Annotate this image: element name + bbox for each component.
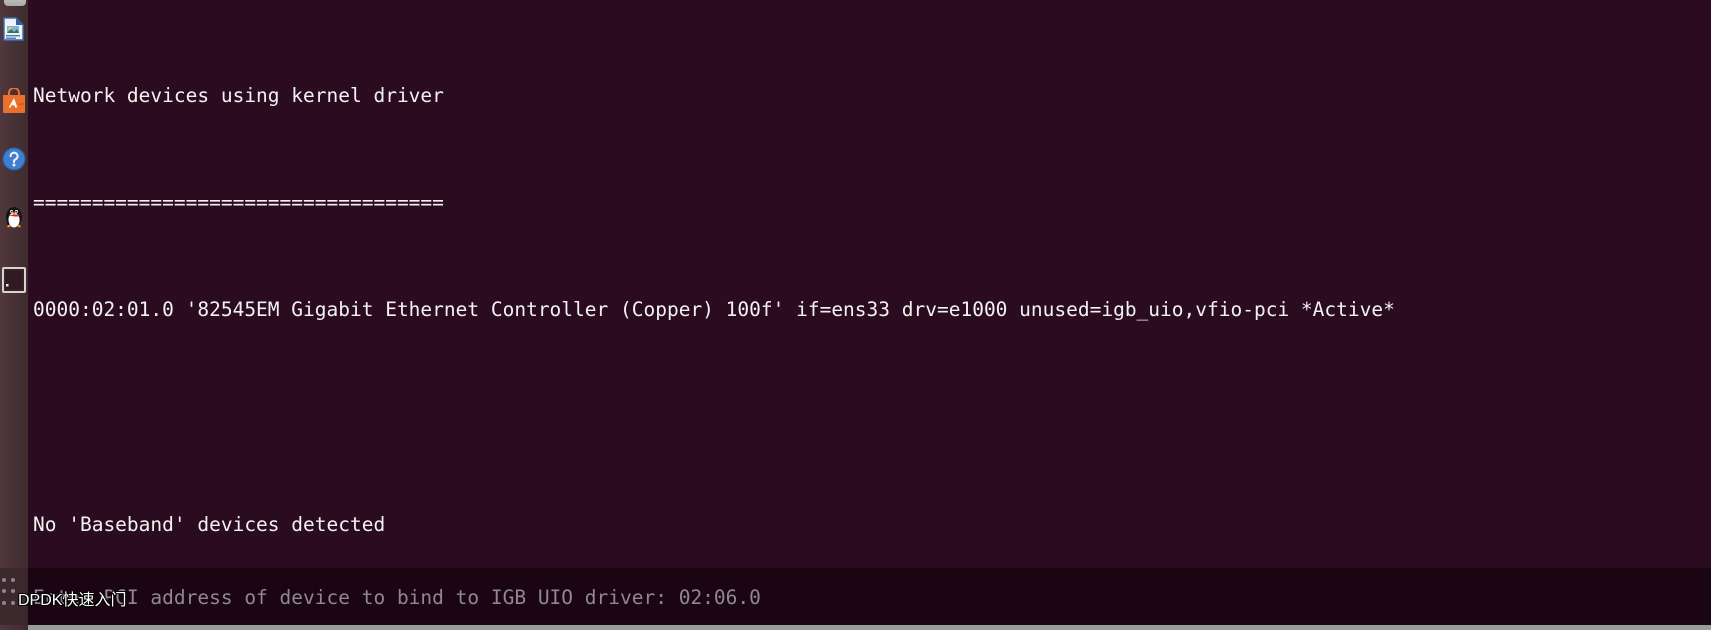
document-viewer-icon — [1, 16, 27, 42]
terminal-output: Network devices using kernel driver ====… — [28, 0, 1395, 630]
launcher-item-linux[interactable] — [1, 203, 27, 229]
terminal-line: Network devices using kernel driver — [33, 83, 444, 107]
bottom-panel: Enter PCI address of device to bind to I… — [0, 568, 1711, 630]
terminal-line: 0000:02:01.0 '82545EM Gigabit Ethernet C… — [33, 298, 1395, 322]
grip-dot — [2, 600, 6, 605]
terminal-icon — [1, 265, 27, 297]
help-icon — [1, 146, 27, 172]
grip-dot — [11, 578, 15, 582]
desktop: Network devices using kernel driver ====… — [0, 0, 1711, 630]
window-title-label: DPDK快速入门 — [18, 592, 127, 609]
terminal-window[interactable]: Network devices using kernel driver ====… — [28, 0, 1711, 630]
launcher-item-terminal[interactable] — [1, 265, 27, 297]
panel-baseline — [0, 625, 1711, 630]
terminal-line: =================================== — [33, 190, 444, 214]
terminal-prompt-line[interactable]: Enter PCI address of device to bind to I… — [33, 586, 761, 609]
bottom-panel-surface: Enter PCI address of device to bind to I… — [0, 568, 1711, 626]
grip-dot — [2, 578, 6, 582]
terminal-line: No 'Baseband' devices detected — [33, 513, 386, 537]
window-grip-dots[interactable] — [2, 578, 16, 608]
software-center-icon — [1, 88, 27, 114]
grip-dot — [2, 589, 6, 594]
grip-dot — [11, 589, 15, 594]
launcher-item-software-center[interactable] — [1, 88, 27, 114]
launcher-item-help[interactable] — [1, 146, 27, 172]
launcher-top-sliver-icon — [4, 0, 26, 6]
grip-dot — [11, 600, 15, 605]
unity-launcher[interactable] — [0, 0, 28, 630]
penguin-icon — [1, 203, 27, 229]
launcher-item-document-viewer[interactable] — [1, 16, 27, 42]
